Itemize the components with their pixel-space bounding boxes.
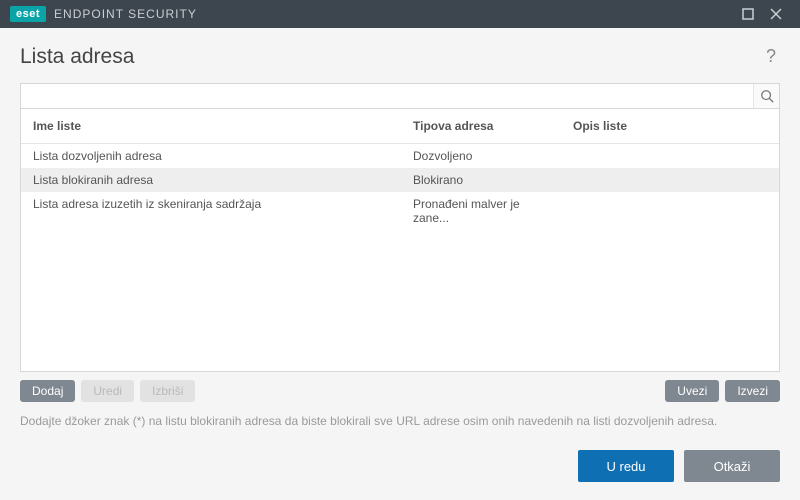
column-name[interactable]: Ime liste [21, 109, 401, 143]
ok-button[interactable]: U redu [578, 450, 674, 482]
search-icon [760, 89, 774, 103]
delete-button[interactable]: Izbriši [140, 380, 195, 402]
cell-type: Blokirano [401, 168, 561, 192]
address-list-table: Ime liste Tipova adresa Opis liste Lista… [20, 109, 780, 372]
table-body: Lista dozvoljenih adresaDozvoljenoLista … [21, 144, 779, 371]
search-button[interactable] [753, 84, 779, 108]
cell-desc [561, 192, 779, 230]
hint-text: Dodajte džoker znak (*) na listu blokira… [0, 410, 800, 436]
help-icon[interactable]: ? [762, 42, 780, 71]
footer: U redu Otkaži [0, 436, 800, 500]
export-button[interactable]: Izvezi [725, 380, 780, 402]
action-row: Dodaj Uredi Izbriši Uvezi Izvezi [20, 372, 780, 410]
close-button[interactable] [762, 0, 790, 28]
titlebar: eset ENDPOINT SECURITY [0, 0, 800, 28]
column-type[interactable]: Tipova adresa [401, 109, 561, 143]
cell-desc [561, 168, 779, 192]
cell-type: Dozvoljeno [401, 144, 561, 168]
brand-logo: eset [10, 6, 46, 22]
cancel-button[interactable]: Otkaži [684, 450, 780, 482]
page-title: Lista adresa [20, 45, 762, 69]
edit-button[interactable]: Uredi [81, 380, 134, 402]
search-bar [20, 83, 780, 109]
table-row[interactable]: Lista adresa izuzetih iz skeniranja sadr… [21, 192, 779, 230]
table-header: Ime liste Tipova adresa Opis liste [21, 109, 779, 144]
cell-name: Lista adresa izuzetih iz skeniranja sadr… [21, 192, 401, 230]
import-button[interactable]: Uvezi [665, 380, 719, 402]
app-name: ENDPOINT SECURITY [54, 7, 197, 21]
cell-desc [561, 144, 779, 168]
column-desc[interactable]: Opis liste [561, 109, 779, 143]
header: Lista adresa ? [0, 28, 800, 77]
cell-name: Lista blokiranih adresa [21, 168, 401, 192]
add-button[interactable]: Dodaj [20, 380, 75, 402]
table-row[interactable]: Lista dozvoljenih adresaDozvoljeno [21, 144, 779, 168]
search-input[interactable] [21, 84, 753, 108]
cell-type: Pronađeni malver je zane... [401, 192, 561, 230]
minimize-button[interactable] [734, 0, 762, 28]
cell-name: Lista dozvoljenih adresa [21, 144, 401, 168]
table-row[interactable]: Lista blokiranih adresaBlokirano [21, 168, 779, 192]
